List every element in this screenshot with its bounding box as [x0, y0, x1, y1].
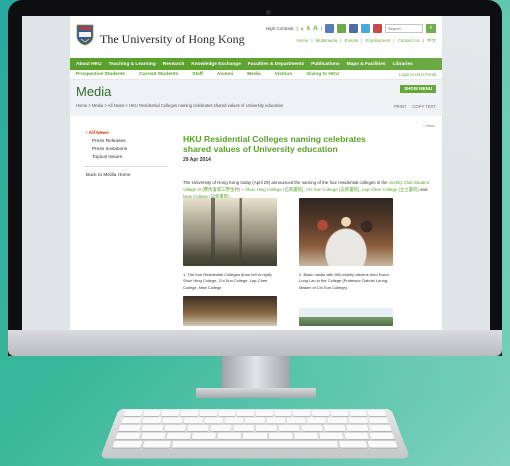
rss-icon[interactable]	[337, 24, 346, 33]
nav-media[interactable]: Media	[247, 72, 261, 77]
university-crest-icon[interactable]	[76, 24, 94, 46]
photo-event[interactable]	[183, 296, 277, 326]
article-body: The University of Hong Kong today (April…	[183, 179, 435, 200]
site-header: The University of Hong Kong High Contras…	[70, 16, 442, 58]
camera-icon	[266, 10, 271, 15]
font-medium-button[interactable]: A	[307, 26, 311, 32]
nav-publications[interactable]: Publications	[311, 62, 340, 67]
nav-prospective-students[interactable]: Prospective Students	[76, 72, 125, 77]
show-menu-button[interactable]: SHOW MENU	[400, 85, 436, 93]
divider	[84, 166, 168, 168]
nav-visitors[interactable]: Visitors	[275, 72, 293, 77]
home-link[interactable]: Home	[296, 38, 308, 44]
back-to-media-home-link[interactable]: Back to Media Home	[84, 171, 168, 179]
utility-bar: High Contrast | A A A | Search ⌕	[266, 24, 436, 33]
sidebar-item-all-news[interactable]: All News	[84, 130, 168, 138]
body-text: The University of Hong Kong today (April…	[183, 180, 389, 185]
sidebar-item-topical-issues[interactable]: Topical Issues	[84, 153, 168, 161]
photo-residential-colleges[interactable]	[183, 198, 277, 266]
nav-libraries[interactable]: Libraries	[393, 62, 413, 67]
keyboard	[99, 408, 411, 459]
portal-login-link[interactable]: Login to HKU Portal	[399, 72, 436, 77]
key-row	[113, 416, 396, 424]
photo-caption: 2. Basin meals with 500 elderly citizens…	[299, 272, 389, 290]
multimedia-link[interactable]: Multimedia	[316, 38, 338, 44]
monitor-chin	[8, 330, 502, 356]
contact-us-link[interactable]: Contact Us	[398, 38, 420, 44]
chinese-link[interactable]: 中文	[427, 38, 436, 44]
monitor-stand	[222, 356, 290, 392]
key-row	[107, 431, 403, 440]
sidebar-item-press-invitations[interactable]: Press Invitations	[84, 146, 168, 154]
photo-caption: 1. The four Residential Colleges (from l…	[183, 272, 273, 290]
separator: |	[320, 26, 322, 31]
twitter-icon[interactable]	[361, 24, 370, 33]
sidebar-item-press-releases[interactable]: Press Releases	[84, 138, 168, 146]
employment-link[interactable]: Employment	[365, 38, 390, 44]
nav-staff[interactable]: Staff	[192, 72, 203, 77]
key-row	[116, 409, 394, 416]
facebook-icon[interactable]	[349, 24, 358, 33]
nav-alumni[interactable]: Alumni	[217, 72, 233, 77]
link-chi-sun-college[interactable]: Chi Sun College (志新書院)	[306, 187, 359, 192]
audience-navigation: Prospective Students Current Students St…	[70, 70, 442, 80]
key-row	[104, 439, 406, 448]
content-area: All News Press Releases Press Invitation…	[70, 116, 442, 330]
article-date: 29 Apr 2014	[183, 157, 211, 163]
link-shun-hing-college[interactable]: Shun Hing College (信興書院)	[245, 187, 303, 192]
web-page: The University of Hong Kong High Contras…	[70, 16, 442, 330]
email-icon[interactable]	[325, 24, 334, 33]
nav-current-students[interactable]: Current Students	[139, 72, 178, 77]
back-link[interactable]: < Back	[423, 123, 435, 128]
link-lap-chee-college[interactable]: Lap-Chee College (立之書院)	[362, 187, 419, 192]
search-input[interactable]: Search	[385, 24, 423, 33]
events-link[interactable]: Events	[344, 38, 358, 44]
browser-screen: The University of Hong Kong High Contras…	[22, 16, 490, 330]
separator: |	[296, 26, 298, 31]
side-navigation: All News Press Releases Press Invitation…	[84, 130, 168, 179]
media-header: Media Home > Media > All News > HKU Resi…	[70, 80, 442, 116]
page-title: Media	[76, 84, 112, 99]
nav-giving[interactable]: Giving to HKU	[306, 72, 339, 77]
university-name[interactable]: The University of Hong Kong	[100, 32, 245, 47]
font-small-button[interactable]: A	[301, 26, 304, 31]
youtube-icon[interactable]	[373, 24, 382, 33]
nav-faculties[interactable]: Faculties & Departments	[248, 62, 304, 67]
utility-links: Home | Multimedia | Events | Employment | Co…	[296, 38, 436, 44]
font-large-button[interactable]: A	[313, 25, 318, 32]
nav-about[interactable]: About HKU	[76, 62, 102, 67]
nav-research[interactable]: Research	[163, 62, 185, 67]
nav-teaching[interactable]: Teaching & Learning	[109, 62, 156, 67]
copy-text-button[interactable]: COPY TEXT	[412, 104, 436, 109]
monitor-stand-base	[196, 388, 316, 398]
high-contrast-link[interactable]: High Contrast	[266, 26, 294, 31]
key-row	[110, 423, 399, 432]
article-title: HKU Residential Colleges naming celebrat…	[183, 134, 366, 154]
photo-campus[interactable]	[299, 308, 393, 326]
main-navigation: About HKU Teaching & Learning Research K…	[70, 58, 442, 70]
article: < Back HKU Residential Colleges naming c…	[183, 123, 435, 200]
nav-maps[interactable]: Maps & Facilities	[347, 62, 386, 67]
breadcrumb[interactable]: Home > Media > All News > HKU Residentia…	[76, 103, 283, 108]
print-button[interactable]: PRINT	[394, 104, 407, 109]
nav-knowledge-exchange[interactable]: Knowledge Exchange	[191, 62, 241, 67]
body-text: and	[418, 187, 428, 192]
page-tools: PRINT COPY TEXT	[394, 104, 436, 109]
photo-basin-meal[interactable]	[299, 198, 393, 266]
search-icon[interactable]: ⌕	[426, 24, 436, 33]
